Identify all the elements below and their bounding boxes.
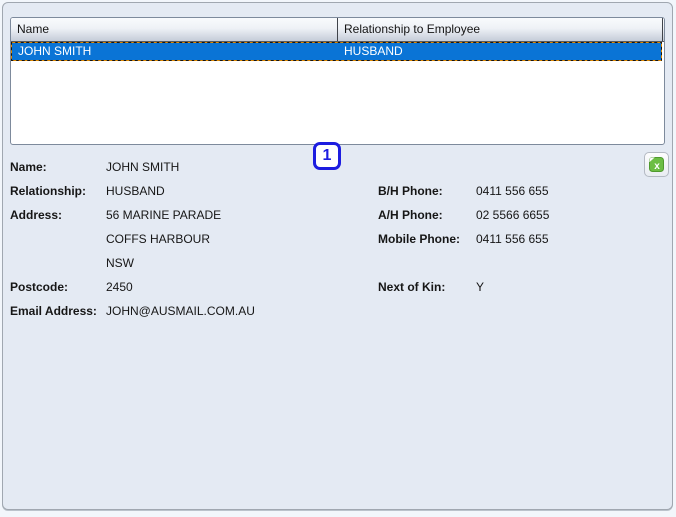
relationship-label: Relationship: xyxy=(10,184,87,198)
address-line2: COFFS HARBOUR xyxy=(106,232,211,246)
email-label: Email Address: xyxy=(10,304,97,318)
address-label: Address: xyxy=(10,208,63,222)
next-of-kin-label: Next of Kin: xyxy=(378,280,446,294)
address-line3: NSW xyxy=(106,256,134,270)
export-excel-button[interactable]: x xyxy=(644,152,669,177)
bh-phone-label: B/H Phone: xyxy=(378,184,443,198)
column-header-relationship[interactable]: Relationship to Employee xyxy=(338,18,663,41)
svg-text:x: x xyxy=(654,161,660,172)
contact-details-left: Name: JOHN SMITH Relationship: HUSBAND A… xyxy=(10,157,255,325)
name-value: JOHN SMITH xyxy=(106,160,180,174)
table-row-selected[interactable]: JOHN SMITH HUSBAND xyxy=(11,42,662,61)
relationship-value: HUSBAND xyxy=(106,184,165,198)
mobile-phone-value: 0411 556 655 xyxy=(476,232,549,246)
postcode-value: 2450 xyxy=(106,280,133,294)
ah-phone-label: A/H Phone: xyxy=(378,208,443,222)
row-spacer xyxy=(378,253,476,277)
annotation-badge-1: 1 xyxy=(313,142,341,170)
bh-phone-value: 0411 556 655 xyxy=(476,184,549,198)
ah-phone-value: 02 5566 6655 xyxy=(476,208,550,222)
contacts-table-header: Name Relationship to Employee xyxy=(11,18,664,42)
mobile-phone-label: Mobile Phone: xyxy=(378,232,460,246)
address-label-spacer xyxy=(10,229,106,253)
row-cell-relationship: HUSBAND xyxy=(344,44,403,58)
contact-details-right: B/H Phone: 0411 556 655 A/H Phone: 02 55… xyxy=(378,181,549,301)
emergency-contact-panel: Name Relationship to Employee JOHN SMITH… xyxy=(2,2,673,510)
next-of-kin-value: Y xyxy=(476,280,485,294)
column-header-name[interactable]: Name xyxy=(11,18,338,41)
row-spacer xyxy=(476,253,549,277)
name-label: Name: xyxy=(10,160,47,174)
excel-export-icon: x xyxy=(648,156,665,173)
postcode-label: Postcode: xyxy=(10,280,69,294)
row-cell-name: JOHN SMITH xyxy=(18,44,92,58)
contacts-table: Name Relationship to Employee JOHN SMITH… xyxy=(10,17,665,145)
address-line1: 56 MARINE PARADE xyxy=(106,208,222,222)
email-value: JOHN@AUSMAIL.COM.AU xyxy=(106,304,255,318)
address-label-spacer xyxy=(10,253,106,277)
